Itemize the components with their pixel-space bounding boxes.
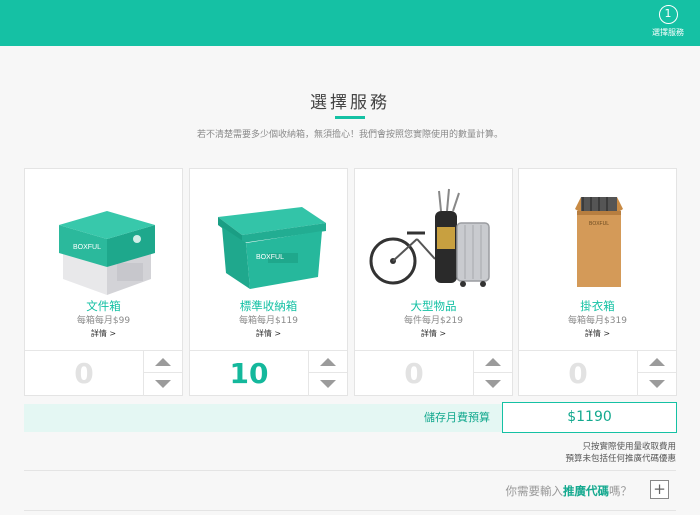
details-link[interactable]: 詳情 > <box>190 328 347 339</box>
large-items-image <box>355 183 512 295</box>
card-name: 大型物品 <box>410 299 457 313</box>
promo-code-prompt: 你需要輸入推廣代碼嗎？ <box>506 483 633 499</box>
page-subtitle: 若不清楚需要多少個收納箱，無須擔心！我們會按照您實際使用的數量計算。 <box>196 130 503 140</box>
arrow-up-icon <box>320 358 336 366</box>
quantity-value: 0 <box>74 357 94 390</box>
increment-button[interactable] <box>309 351 347 373</box>
arrow-up-icon <box>485 358 501 366</box>
details-link[interactable]: 詳情 > <box>519 328 676 339</box>
details-link[interactable]: 詳情 > <box>355 328 512 339</box>
card-name: 掛衣箱 <box>580 299 615 313</box>
decrement-button[interactable] <box>309 373 347 395</box>
svg-text:BOXFUL: BOXFUL <box>73 244 101 251</box>
billing-note: 只按實際使用量收取費用 <box>582 442 676 452</box>
step-number: 1 <box>658 5 678 24</box>
divider <box>24 470 676 471</box>
decrement-button[interactable] <box>144 373 182 395</box>
step-label: 選擇服務 <box>652 28 684 37</box>
promo-prefix: 你需要輸入 <box>505 484 564 498</box>
quantity-value: 10 <box>229 357 269 390</box>
document-box-image: BOXFUL <box>25 183 182 295</box>
quantity-stepper: 0 <box>355 350 512 396</box>
page-title: 選擇服務 <box>310 93 390 113</box>
quantity-controls <box>143 351 182 396</box>
arrow-down-icon <box>485 380 501 388</box>
arrow-down-icon <box>320 380 336 388</box>
card-price: 每件每月$219 <box>404 316 463 326</box>
card-price: 每箱每月$119 <box>239 316 298 326</box>
step-indicator: 1 選擇服務 <box>648 5 688 38</box>
budget-label: 儲存月費預算 <box>424 411 490 424</box>
card-price: 每箱每月$99 <box>76 316 131 326</box>
promo-suffix: 嗎？ <box>609 484 632 498</box>
card-name: 標準收納箱 <box>239 299 298 313</box>
quantity-value: 0 <box>568 357 588 390</box>
promo-highlight[interactable]: 推廣代碼 <box>563 484 609 498</box>
arrow-down-icon <box>649 380 665 388</box>
decrement-button[interactable] <box>638 373 676 395</box>
service-card-document-box[interactable]: BOXFUL 文件箱 每箱每月$99 詳情 > 0 <box>24 168 183 396</box>
quantity-controls <box>308 351 347 396</box>
quantity-stepper: 10 <box>190 350 347 396</box>
wardrobe-box-image: BOXFUL <box>519 183 676 295</box>
add-promo-code-button[interactable]: + <box>650 480 669 499</box>
service-card-large-items[interactable]: 大型物品 每件每月$219 詳情 > 0 <box>354 168 513 396</box>
budget-bar: 儲存月費預算 <box>24 404 502 432</box>
arrow-up-icon <box>155 358 171 366</box>
card-price: 每箱每月$319 <box>568 316 627 326</box>
budget-value: $1190 <box>502 402 677 433</box>
title-underline <box>335 116 365 119</box>
quantity-controls <box>637 351 676 396</box>
svg-text:BOXFUL: BOXFUL <box>589 221 609 227</box>
arrow-down-icon <box>155 380 171 388</box>
quantity-value: 0 <box>404 357 424 390</box>
increment-button[interactable] <box>144 351 182 373</box>
increment-button[interactable] <box>638 351 676 373</box>
svg-text:BOXFUL: BOXFUL <box>256 254 284 261</box>
promo-exclusion-note: 預算未包括任何推廣代碼優惠 <box>565 454 676 464</box>
increment-button[interactable] <box>474 351 512 373</box>
card-name: 文件箱 <box>86 299 121 313</box>
quantity-stepper: 0 <box>25 350 182 396</box>
quantity-controls <box>473 351 512 396</box>
storage-bin-image: BOXFUL <box>190 183 347 295</box>
divider <box>24 510 676 511</box>
service-card-wardrobe-box[interactable]: BOXFUL 掛衣箱 每箱每月$319 詳情 > 0 <box>518 168 677 396</box>
service-card-standard-bin[interactable]: BOXFUL 標準收納箱 每箱每月$119 詳情 > 10 <box>189 168 348 396</box>
quantity-stepper: 0 <box>519 350 676 396</box>
top-bar: 1 選擇服務 <box>0 0 700 46</box>
decrement-button[interactable] <box>474 373 512 395</box>
details-link[interactable]: 詳情 > <box>25 328 182 339</box>
arrow-up-icon <box>649 358 665 366</box>
